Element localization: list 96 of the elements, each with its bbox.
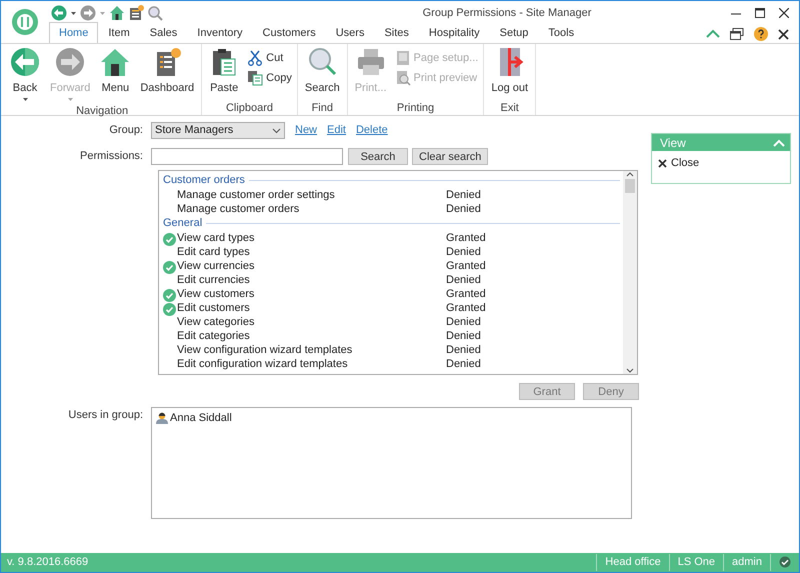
page-icon	[394, 50, 411, 66]
field-label: Group:	[108, 123, 144, 138]
panel-title: View	[660, 134, 686, 152]
caret-icon	[66, 96, 74, 102]
ribbon-button[interactable]: Dashboard	[136, 47, 198, 102]
link[interactable]: Delete	[356, 122, 388, 139]
printer-icon	[356, 47, 386, 77]
ribbon-tab[interactable]: Home	[49, 22, 98, 43]
group-label: Find	[310, 101, 334, 115]
scissors-icon	[247, 50, 264, 66]
ribbon-tab[interactable]: Setup	[490, 22, 538, 43]
permission-name[interactable]: View categories	[177, 314, 446, 330]
preview-icon	[394, 70, 411, 86]
ribbon-tab[interactable]: Inventory	[187, 22, 253, 43]
permission-status: Denied	[446, 202, 481, 217]
group-dropdown[interactable]: Store Managers	[151, 122, 285, 139]
permission-name[interactable]: Edit card types	[177, 244, 446, 260]
search-icon[interactable]	[147, 5, 163, 21]
ribbon-button[interactable]: Paste	[205, 47, 244, 100]
status-check-icon	[779, 556, 791, 568]
group-label: Exit	[500, 101, 520, 115]
search-icon	[307, 47, 338, 77]
copy-icon	[247, 70, 264, 86]
group-label: Clipboard	[224, 101, 274, 115]
permission-name[interactable]: Edit categories	[177, 328, 446, 344]
caret-icon[interactable]	[70, 9, 77, 17]
permission-status: Granted	[446, 286, 486, 302]
field-label: Permissions:	[79, 149, 144, 164]
status-item: LS One	[668, 554, 724, 571]
scroll-up-icon[interactable]	[626, 171, 634, 177]
ribbon-tab[interactable]: Customers	[252, 22, 326, 43]
permission-name[interactable]: Edit customers	[177, 300, 446, 316]
close-icon[interactable]	[779, 8, 789, 18]
permission-name[interactable]: View configuration wizard templates	[177, 342, 446, 358]
permission-status: Denied	[446, 244, 481, 260]
link[interactable]: Edit	[327, 122, 346, 139]
group-label: Printing	[396, 101, 436, 115]
ribbon-tab[interactable]: Sites	[374, 22, 419, 43]
dashboard-icon[interactable]	[128, 5, 144, 21]
section-heading: Customer orders	[163, 173, 245, 188]
close-icon	[658, 158, 667, 168]
section-heading: General	[163, 216, 202, 232]
permission-status: Granted	[446, 258, 486, 274]
field-label: Users in group:	[67, 408, 144, 423]
version-text: v. 9.8.2016.6669	[7, 555, 90, 570]
ribbon-tab[interactable]: Tools	[538, 22, 584, 43]
chevron-icon	[272, 128, 281, 134]
home-icon[interactable]	[109, 5, 125, 21]
permission-name[interactable]: Edit currencies	[177, 272, 446, 288]
permission-status: Denied	[446, 356, 481, 372]
ribbon-button[interactable]: Search	[300, 47, 344, 100]
group-label: Navigation	[75, 104, 130, 118]
permission-name[interactable]: Edit configuration wizard templates	[177, 356, 446, 372]
close-icon[interactable]	[778, 28, 789, 40]
permission-name[interactable]: View currencies	[177, 258, 446, 274]
permission-status: Denied	[446, 272, 481, 288]
permission-status: Denied	[446, 314, 481, 330]
ribbon-button[interactable]: Back	[6, 47, 44, 102]
permission-name[interactable]: View card types	[177, 230, 446, 246]
permission-name[interactable]: Manage customer orders	[177, 200, 446, 218]
ribbon-tab[interactable]: Hospitality	[418, 22, 490, 43]
user-name[interactable]: Anna Siddall	[170, 410, 232, 426]
ribbon-tab[interactable]: Users	[326, 22, 374, 43]
clear-search-button[interactable]: Clear search	[412, 148, 488, 165]
status-item: admin	[723, 554, 770, 571]
logo-icon	[10, 7, 40, 37]
user-icon	[156, 412, 168, 424]
ribbon-button[interactable]: Log out	[487, 47, 532, 100]
back-icon	[10, 47, 40, 77]
home-icon	[100, 47, 130, 77]
permission-name[interactable]: View customers	[177, 286, 446, 302]
caret-icon	[22, 96, 28, 102]
ribbon-tab[interactable]: Sales	[140, 22, 188, 43]
permission-status: Denied	[446, 342, 481, 358]
status-item: Head office	[596, 554, 669, 571]
ribbon-button[interactable]: Menu	[96, 47, 134, 102]
window-title: Group Permissions - Site Manager	[422, 6, 592, 21]
maximize-icon[interactable]	[755, 8, 765, 18]
permission-status: Denied	[446, 328, 481, 344]
window-icon[interactable]	[730, 28, 744, 40]
scrollbar-thumb[interactable]	[625, 179, 635, 193]
collapse-icon[interactable]	[706, 29, 720, 39]
forward-icon	[55, 47, 86, 77]
scroll-down-icon[interactable]	[626, 368, 634, 374]
panel-item[interactable]: Close	[671, 155, 700, 172]
permission-status: Granted	[446, 300, 486, 316]
ribbon-button[interactable]: Copy	[245, 68, 294, 87]
search-button[interactable]: Search	[348, 148, 408, 165]
ribbon-button[interactable]: Cut	[245, 49, 294, 68]
search-field[interactable]	[151, 148, 343, 165]
help-icon[interactable]	[754, 27, 768, 41]
ribbon-tab[interactable]: Item	[98, 22, 140, 43]
permission-status: Denied	[446, 188, 481, 203]
link[interactable]: New	[295, 122, 318, 139]
permission-name[interactable]: Manage customer order settings	[177, 186, 446, 204]
permission-status: Granted	[446, 230, 486, 246]
